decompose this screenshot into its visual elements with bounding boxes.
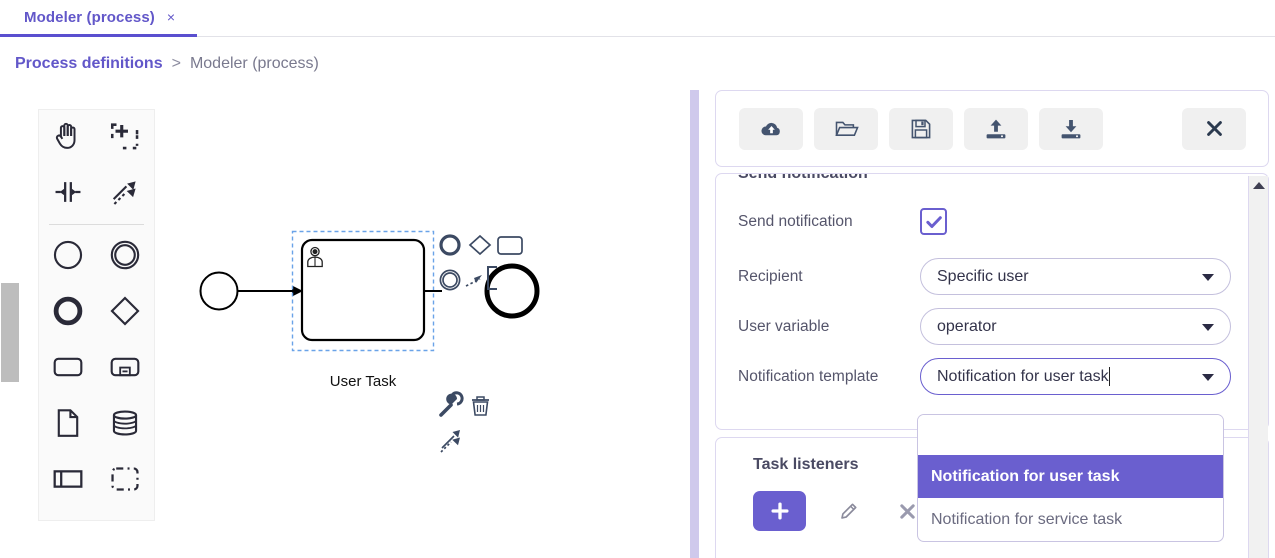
close-x-icon [1206,121,1222,136]
tab-close-icon[interactable]: × [167,10,175,24]
recipient-select[interactable]: Specific user [920,258,1231,295]
save-button[interactable] [889,107,953,150]
pad-wrench-icon [439,391,464,417]
field-label-recipient: Recipient [738,267,803,285]
pad-append-end-event-icon [439,234,461,256]
notification-template-select[interactable]: Notification for user task [920,358,1231,395]
pad-append-intermediate-event-icon [439,269,461,291]
add-listener-button[interactable] [753,491,806,531]
export-button[interactable] [1039,107,1103,150]
folder-open-icon [834,121,859,136]
field-row-user-variable: User variable operator [738,308,1248,345]
open-button[interactable] [814,107,878,150]
pencil-icon [840,502,857,519]
pad-connect-icon [465,275,482,287]
download-icon [1061,119,1081,138]
pad-append-gateway-icon [468,234,492,256]
chevron-down-icon [1202,273,1214,281]
pad-global-connect-icon [440,430,460,453]
breadcrumb: Process definitions > Modeler (process) [0,38,1275,90]
user-variable-select[interactable]: operator [920,308,1231,345]
field-row-notification-template: Notification template Notification for u… [738,358,1248,395]
user-task-label: User Task [330,373,397,390]
modeler-toolbar [715,90,1269,167]
panel-splitter[interactable] [690,90,699,558]
cloud-upload-icon [760,122,780,136]
send-notification-checkbox[interactable] [920,208,947,235]
pad-trash-icon [472,396,489,416]
dropdown-option-notification-for-user-task[interactable]: Notification for user task [918,455,1223,498]
modeler-page: Modeler (process) × Process definitions … [0,0,1275,558]
close-modeler-button[interactable] [1182,107,1246,150]
floppy-save-icon [911,119,931,138]
field-row-send-notification: Send notification [738,208,1248,235]
field-label-user-variable: User variable [738,317,830,335]
breadcrumb-separator: > [171,55,181,72]
breadcrumb-link-process-definitions[interactable]: Process definitions [15,55,163,73]
notification-template-dropdown[interactable]: Notification for user task Notification … [917,414,1224,542]
bpmn-diagram[interactable]: User Task [0,90,694,558]
user-task-shape [300,238,426,342]
breadcrumb-current: Modeler (process) [189,55,319,72]
dropdown-option-notification-for-service-task[interactable]: Notification for service task [918,498,1223,541]
start-event-shape [199,271,239,311]
check-icon [925,215,942,228]
field-row-recipient: Recipient Specific user [738,258,1248,295]
chevron-down-icon [1202,323,1214,331]
end-event-shape [484,263,540,319]
plus-icon [770,502,789,520]
deploy-cloud-button[interactable] [739,107,803,150]
field-label-send-notification: Send notification [738,212,853,230]
notification-template-select-value: Notification for user task [937,367,1109,385]
recipient-select-value: Specific user [937,267,1029,285]
dropdown-option-blank[interactable] [918,415,1223,455]
remove-x-icon [899,503,915,519]
scroll-up-arrow-icon[interactable] [1252,182,1265,189]
user-variable-select-value: operator [937,317,997,335]
send-notification-section: Send notification Send notification Reci… [715,173,1269,430]
tab-modeler-process[interactable]: Modeler (process) × [0,0,198,37]
chevron-down-icon [1202,373,1214,381]
panel-scrollbar-track[interactable] [1248,176,1268,558]
pad-append-task-icon [497,236,523,255]
tab-bar: Modeler (process) × [0,0,1275,37]
section-title: Send notification [738,173,868,182]
bpmn-canvas[interactable]: User Task [0,90,694,558]
tab-label: Modeler (process) [24,8,155,26]
import-button[interactable] [964,107,1028,150]
upload-icon [986,119,1006,138]
edit-listener-button[interactable] [831,496,865,526]
panel-scrollbar-thumb[interactable] [1,283,19,382]
task-listeners-actions [753,491,924,531]
field-label-notification-template: Notification template [738,367,879,385]
task-listeners-title: Task listeners [753,456,859,473]
